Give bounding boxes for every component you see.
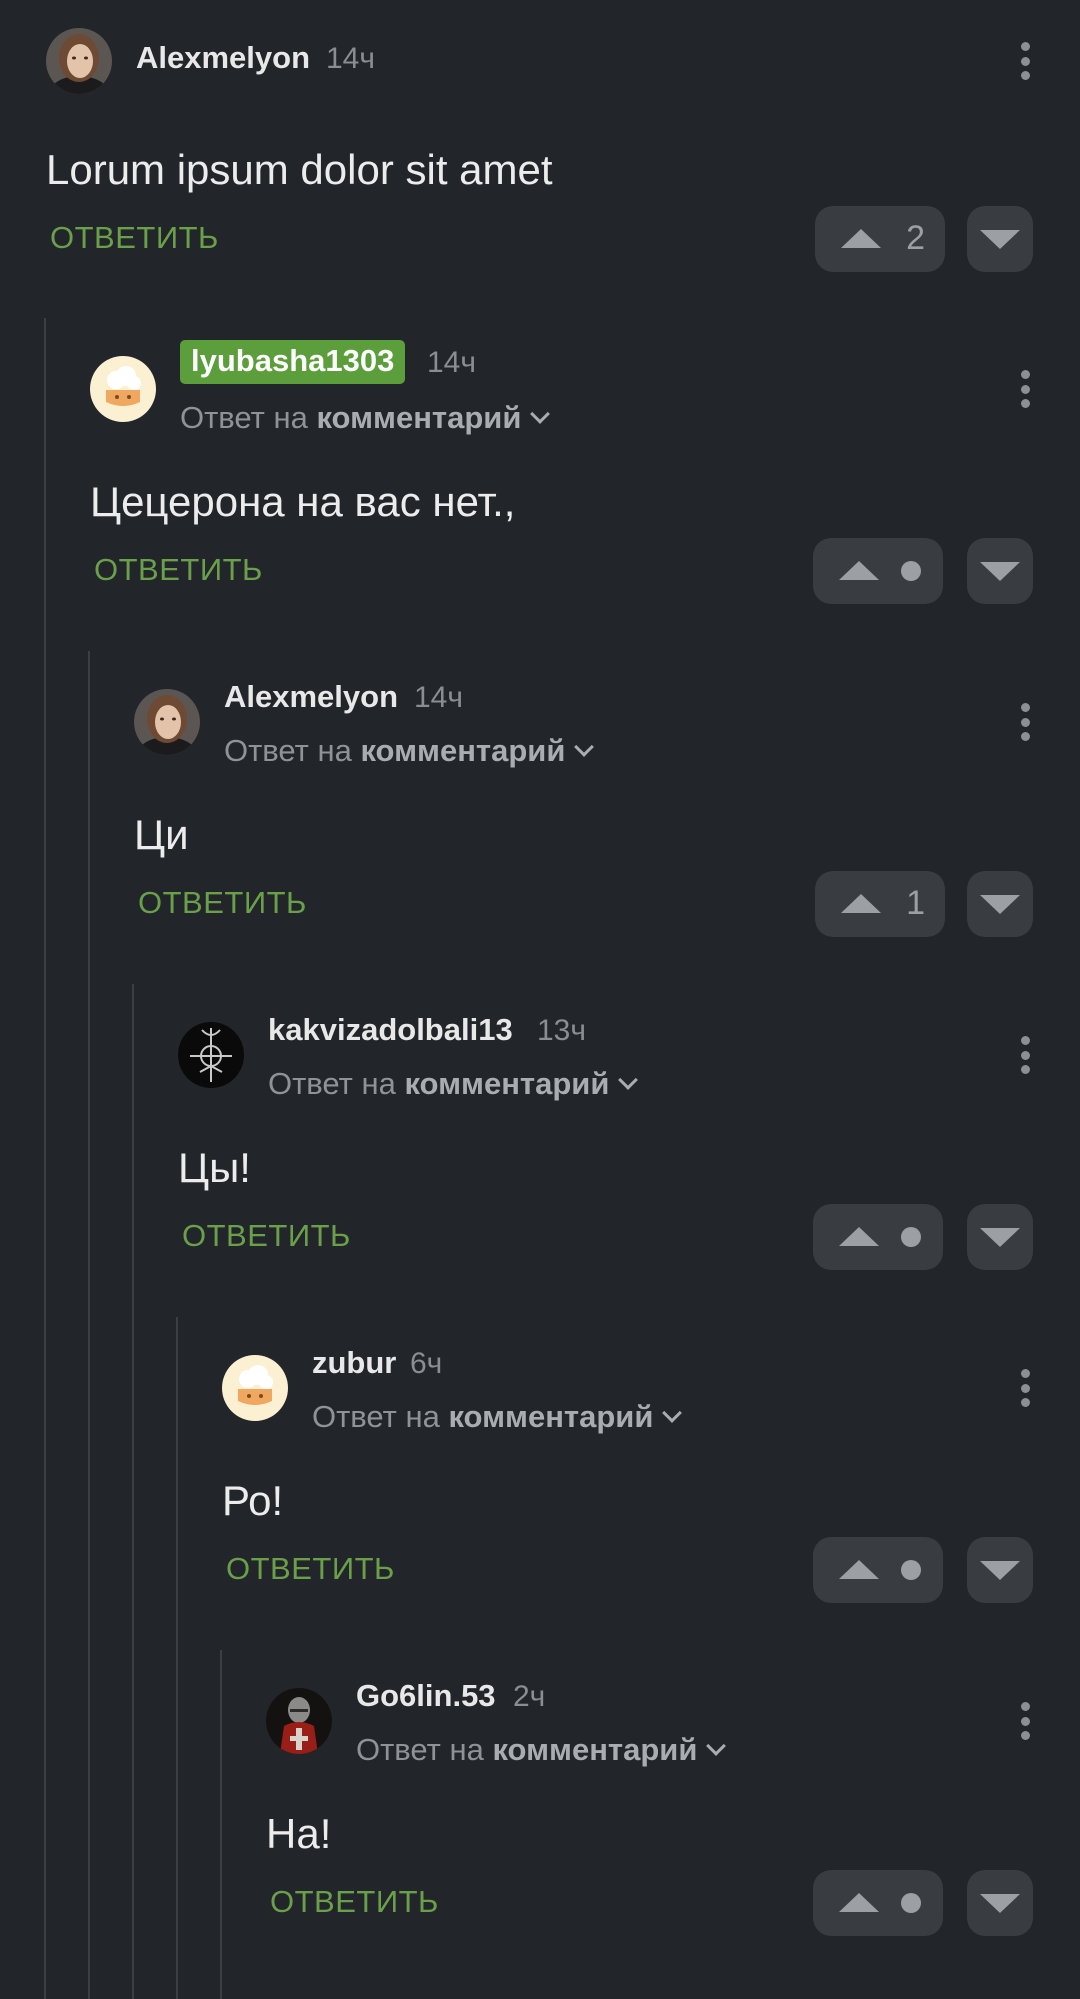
woman-photo-avatar[interactable] [134, 689, 200, 755]
downvote-arrow-icon [980, 895, 1020, 914]
more-options-icon[interactable] [1012, 36, 1038, 86]
downvote-button[interactable] [967, 1204, 1033, 1270]
downvote-arrow-icon [980, 562, 1020, 581]
reply-button[interactable]: ОТВЕТИТЬ [138, 885, 307, 921]
more-options-icon[interactable] [1012, 1696, 1038, 1746]
comment-text: Цы! [178, 1144, 251, 1191]
chevron-down-icon [618, 1070, 639, 1090]
comment-username[interactable]: kakvizadolbali13 [268, 1012, 513, 1048]
more-options-icon[interactable] [1012, 697, 1038, 747]
upvote-button[interactable] [813, 1870, 943, 1936]
comment-text: Ро! [222, 1477, 284, 1524]
reply-to-prefix: Ответ на [312, 1399, 440, 1434]
zero-rating-dot [901, 1893, 921, 1913]
downvote-arrow-icon [980, 1561, 1020, 1580]
thread-line [44, 318, 46, 1999]
upvote-arrow-icon [841, 229, 881, 248]
comment-text: Ци [134, 811, 189, 858]
reply-to-target: комментарий [492, 1732, 698, 1767]
reply-to-link[interactable]: Ответ на комментарий [268, 1066, 639, 1102]
comment-username[interactable]: Alexmelyon [224, 679, 398, 715]
more-options-icon[interactable] [1012, 1363, 1038, 1413]
reply-to-link[interactable]: Ответ на комментарий [356, 1732, 727, 1768]
reply-to-prefix: Ответ на [224, 733, 352, 768]
comment-time: 6ч [410, 1347, 443, 1380]
reply-to-target: комментарий [448, 1399, 654, 1434]
comment-time: 13ч [537, 1014, 586, 1047]
zero-rating-dot [901, 561, 921, 581]
downvote-button[interactable] [967, 871, 1033, 937]
reply-button[interactable]: ОТВЕТИТЬ [182, 1218, 351, 1254]
comment-text: На! [266, 1810, 332, 1857]
comment-username[interactable]: zubur [312, 1345, 396, 1381]
comments-page: Alexmelyon 14ч Lorum ipsum dolor sit ame… [0, 0, 1080, 1999]
reply-button[interactable]: ОТВЕТИТЬ [94, 552, 263, 588]
more-options-icon[interactable] [1012, 364, 1038, 414]
reply-to-prefix: Ответ на [180, 400, 308, 435]
reply-to-link[interactable]: Ответ на комментарий [224, 733, 595, 769]
thread-line [220, 1650, 222, 1999]
upvote-arrow-icon [839, 561, 879, 580]
reply-to-target: комментарий [404, 1066, 610, 1101]
downvote-button[interactable] [967, 206, 1033, 272]
more-options-icon[interactable] [1012, 1030, 1038, 1080]
cloud-avatar[interactable] [222, 1355, 288, 1421]
reply-to-prefix: Ответ на [268, 1066, 396, 1101]
downvote-arrow-icon [980, 1228, 1020, 1247]
reply-button[interactable]: ОТВЕТИТЬ [270, 1884, 439, 1920]
upvote-arrow-icon [841, 894, 881, 913]
upvote-arrow-icon [839, 1560, 879, 1579]
zero-rating-dot [901, 1560, 921, 1580]
zero-rating-dot [901, 1227, 921, 1247]
comment-username[interactable]: Alexmelyon [136, 40, 310, 76]
reply-to-target: комментарий [316, 400, 522, 435]
comment-username[interactable]: Go6lin.53 [356, 1678, 496, 1714]
chevron-down-icon [706, 1736, 727, 1756]
comment-time: 2ч [513, 1680, 546, 1713]
thread-line [88, 651, 90, 1999]
reply-button[interactable]: ОТВЕТИТЬ [50, 220, 219, 256]
reply-to-link[interactable]: Ответ на комментарий [180, 400, 551, 436]
upvote-button[interactable]: 1 [815, 871, 945, 937]
chevron-down-icon [530, 404, 551, 424]
upvote-button[interactable]: 2 [815, 206, 945, 272]
thread-line [176, 1317, 178, 1999]
reply-button[interactable]: ОТВЕТИТЬ [226, 1551, 395, 1587]
upvote-arrow-icon [839, 1893, 879, 1912]
comment-text: Lorum ipsum dolor sit amet [46, 146, 553, 193]
rating-count: 2 [906, 219, 925, 257]
downvote-arrow-icon [980, 230, 1020, 249]
chevron-down-icon [662, 1403, 683, 1423]
knight-avatar[interactable] [266, 1688, 332, 1754]
comment-time: 14ч [427, 346, 476, 379]
chevron-down-icon [574, 737, 595, 757]
symbol-avatar[interactable] [178, 1022, 244, 1088]
comment-time: 14ч [326, 42, 375, 75]
reply-to-prefix: Ответ на [356, 1732, 484, 1767]
reply-to-link[interactable]: Ответ на комментарий [312, 1399, 683, 1435]
comment-time: 14ч [414, 681, 463, 714]
upvote-button[interactable] [813, 1204, 943, 1270]
downvote-button[interactable] [967, 538, 1033, 604]
woman-photo-avatar[interactable] [46, 28, 112, 94]
upvote-button[interactable] [813, 538, 943, 604]
comment-username[interactable]: lyubasha1303 [180, 340, 406, 384]
downvote-button[interactable] [967, 1870, 1033, 1936]
upvote-button[interactable] [813, 1537, 943, 1603]
comment-text: Цецерона на вас нет., [90, 478, 516, 525]
rating-count: 1 [906, 884, 925, 922]
thread-line [132, 984, 134, 1999]
downvote-button[interactable] [967, 1537, 1033, 1603]
cloud-avatar[interactable] [90, 356, 156, 422]
upvote-arrow-icon [839, 1227, 879, 1246]
downvote-arrow-icon [980, 1894, 1020, 1913]
reply-to-target: комментарий [360, 733, 566, 768]
